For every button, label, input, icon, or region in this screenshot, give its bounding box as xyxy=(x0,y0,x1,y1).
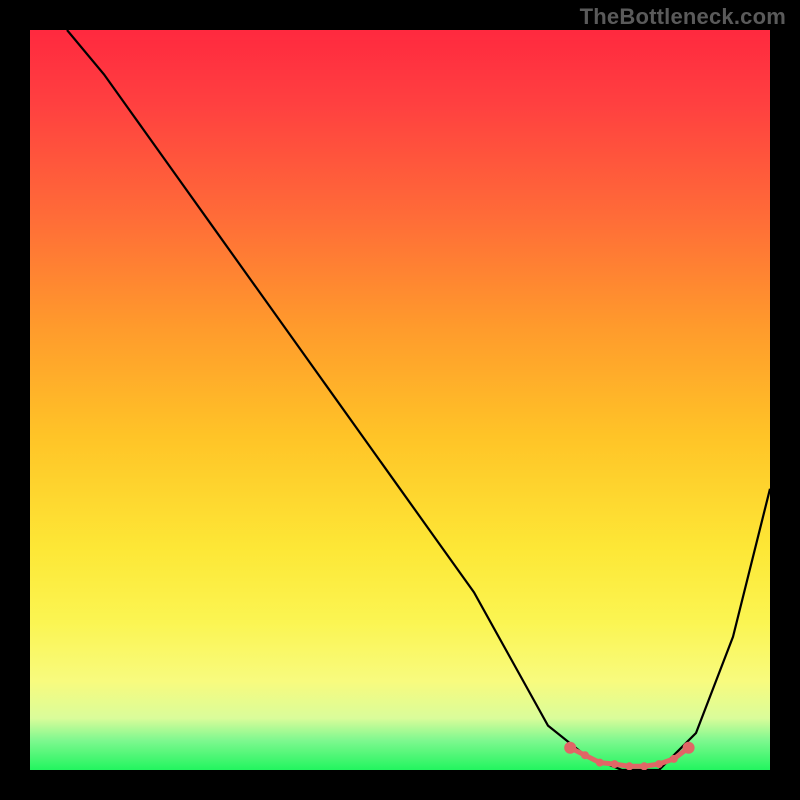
marker-dot xyxy=(670,755,678,763)
chart-svg xyxy=(30,30,770,770)
plot-area xyxy=(30,30,770,770)
marker-dot xyxy=(655,760,663,768)
marker-dot xyxy=(564,742,576,754)
chart-frame: TheBottleneck.com xyxy=(0,0,800,800)
attribution-label: TheBottleneck.com xyxy=(580,4,786,30)
marker-dot xyxy=(581,751,589,759)
marker-dot xyxy=(683,742,695,754)
marker-dot xyxy=(611,760,619,768)
bottleneck-curve-path xyxy=(67,30,770,770)
marker-dot xyxy=(625,762,633,770)
marker-dot xyxy=(640,762,648,770)
marker-dot xyxy=(596,759,604,767)
optimal-range-markers xyxy=(564,742,694,770)
